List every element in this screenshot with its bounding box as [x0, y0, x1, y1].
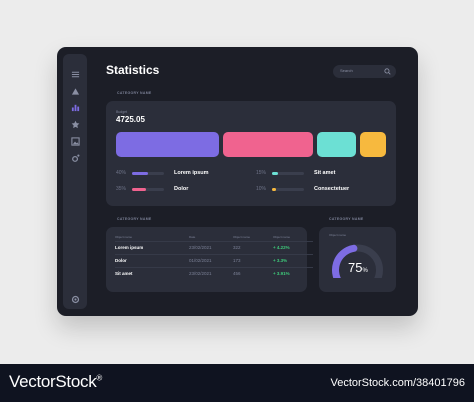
search-icon[interactable]: [384, 68, 391, 75]
column-header: Date: [189, 234, 196, 239]
legend-fill: [272, 171, 278, 175]
budget-label: Budget: [116, 110, 128, 114]
row-name: Sit amet: [115, 266, 189, 280]
legend-percent: 15%: [256, 170, 267, 176]
stats-table: Object name Date Object name Object name…: [115, 233, 313, 280]
gauge-card: Object name 75%: [319, 227, 396, 292]
watermark-footer: VectorStock® VectorStock.com/38401796: [0, 364, 474, 402]
row-date: 23/02/2021: [189, 240, 233, 254]
row-date: 23/02/2021: [189, 266, 233, 280]
legend-track: [272, 187, 304, 191]
brand-logo: VectorStock®: [9, 372, 102, 392]
row-value: 173: [233, 253, 273, 267]
row-change: + 3.3%: [273, 253, 313, 267]
triangle-icon[interactable]: [68, 84, 82, 98]
share-bar-segment: [116, 132, 220, 157]
share-bars: [116, 132, 386, 157]
legend-fill: [272, 187, 276, 191]
legend-item: 35% Dolor: [116, 185, 188, 193]
sidebar: [63, 54, 87, 309]
row-value: 322: [233, 240, 273, 254]
legend-track: [132, 171, 164, 175]
row-name: Dolor: [115, 253, 189, 267]
row-name: Lorem ipsum: [115, 240, 189, 254]
image-icon[interactable]: [68, 134, 82, 148]
legend-percent: 40%: [116, 170, 127, 176]
legend-item: 40% Lorem ipsum: [116, 169, 209, 177]
overview-card: Budget 4725.05 40% Lorem ipsum 35% Dolor…: [106, 101, 396, 206]
table-row[interactable]: Lorem ipsum 23/02/2021 322 + 4.22%: [115, 240, 313, 254]
table-header-row: Object name Date Object name Object name: [115, 233, 313, 241]
legend-percent: 10%: [256, 186, 267, 192]
column-header: Object name: [233, 234, 251, 239]
overview-section-label: CATEGORY NAME: [117, 91, 152, 95]
share-bar-segment: [360, 132, 386, 157]
brand-name: VectorStock: [9, 372, 97, 391]
column-header: Object name: [273, 234, 291, 239]
column-header: Object name: [115, 234, 133, 239]
gauge-number: 75: [348, 260, 363, 275]
legend-label: Sit amet: [314, 170, 336, 176]
legend-item: 15% Sit amet: [256, 169, 335, 177]
search-input[interactable]: Search: [333, 65, 396, 78]
share-bar-segment: [223, 132, 314, 157]
table-section-label: CATEGORY NAME: [117, 217, 152, 221]
gauge-unit: %: [362, 268, 368, 274]
row-value: 456: [233, 266, 273, 280]
legend-percent: 35%: [116, 186, 127, 192]
image-id: VectorStock.com/38401796: [330, 377, 465, 389]
settings-icon[interactable]: [68, 292, 82, 306]
legend-label: Lorem ipsum: [174, 170, 209, 176]
legend-fill: [132, 171, 148, 175]
row-date: 01/02/2021: [189, 253, 233, 267]
bar-chart-icon[interactable]: [68, 100, 82, 114]
refresh-gear-icon[interactable]: [68, 151, 82, 165]
share-bar-segment: [317, 132, 356, 157]
search-placeholder: Search: [340, 68, 353, 73]
row-change: + 3.91%: [273, 266, 313, 280]
legend-track: [272, 171, 304, 175]
menu-icon[interactable]: [68, 67, 82, 81]
gauge-section-label: CATEGORY NAME: [329, 217, 364, 221]
page-title: Statistics: [106, 63, 160, 77]
legend-fill: [132, 187, 146, 191]
legend-item: 10% Consectetuer: [256, 185, 349, 193]
brand-reg: ®: [96, 373, 103, 383]
budget-value: 4725.05: [116, 115, 145, 124]
gauge-value: 75%: [348, 260, 368, 275]
row-change: + 4.22%: [273, 240, 313, 254]
legend-label: Dolor: [174, 186, 189, 192]
gauge-label: Object name: [329, 233, 347, 237]
star-icon[interactable]: [68, 117, 82, 131]
legend-label: Consectetuer: [314, 186, 350, 192]
table-card: Object name Date Object name Object name…: [106, 227, 313, 292]
table-row[interactable]: Sit amet 23/02/2021 456 + 3.91%: [115, 266, 313, 280]
table-row[interactable]: Dolor 01/02/2021 173 + 3.3%: [115, 253, 313, 267]
dashboard-window: Statistics Search CATEGORY NAME Budget 4…: [57, 47, 418, 316]
legend-track: [132, 187, 164, 191]
